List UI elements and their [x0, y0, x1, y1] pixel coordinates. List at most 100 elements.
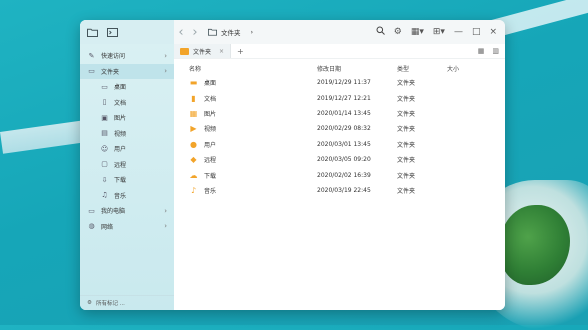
sidebar-item-label: 文件夹 — [101, 68, 120, 76]
chevron-left-icon[interactable]: ‹ — [174, 25, 188, 40]
file-name: 用户 — [204, 141, 217, 149]
sidebar-item-documents[interactable]: ▯ 文档 — [80, 95, 174, 111]
sidebar-item-label: 我的电脑 — [101, 208, 126, 216]
sidebar-item-pictures[interactable]: ▣ 图片 — [80, 110, 174, 126]
column-date[interactable]: 修改日期 — [317, 64, 397, 73]
terminal-icon[interactable] — [106, 26, 118, 38]
file-list: ▬ 桌面 2019/12/29 11:37 文件夹 ▮ 文档 2019/12/27 12:2… — [174, 75, 505, 198]
sidebar-item-users[interactable]: ☺ 用户 — [80, 141, 174, 157]
file-name: 桌面 — [204, 80, 217, 88]
sidebar-item-downloads[interactable]: ⇩ 下载 — [80, 172, 174, 188]
file-row[interactable]: ▶ 视频 2020/02/29 08:32 文件夹 — [174, 121, 505, 136]
sidebar-item-my-computer[interactable]: ▭ 我的电脑 › — [80, 203, 174, 219]
all-tags-label: 所有标记 ... — [95, 301, 125, 307]
gear-icon[interactable]: ⚙ — [394, 27, 402, 37]
sidebar-item-desktop[interactable]: ▭ 桌面 — [80, 79, 174, 95]
desktop-folder-icon: ▬ — [189, 78, 198, 88]
file-name-cell: ◆ 远程 — [189, 155, 317, 164]
chevron-right-icon[interactable]: › — [164, 207, 167, 215]
sidebar-item-remote[interactable]: ▢ 远程 — [80, 157, 174, 173]
titlebar: ‹ › 文件夹 › ⚙ ▦▾ ⊞▾ — □ × — [80, 20, 505, 44]
pin-icon: ✎ — [88, 51, 95, 60]
close-icon[interactable]: × — [219, 48, 224, 55]
folder-icon: ▭ — [88, 67, 95, 76]
file-row[interactable]: ▦ 图片 2020/01/14 13:45 文件夹 — [174, 106, 505, 121]
music-icon: ♫ — [101, 191, 108, 200]
picture-folder-icon: ▦ — [189, 108, 198, 118]
file-row[interactable]: ● 用户 2020/03/01 13:45 文件夹 — [174, 137, 505, 152]
minimize-icon[interactable]: — — [454, 27, 463, 37]
file-type: 文件夹 — [397, 126, 416, 134]
network-icon: ◍ — [88, 222, 95, 231]
tab-bar: 文件夹 × + ▦ ▥ — [174, 44, 505, 59]
tab-label: 文件夹 — [193, 48, 212, 56]
titlebar-left — [80, 20, 174, 44]
list-view-icon[interactable]: ▦ — [478, 47, 485, 55]
file-name: 图片 — [204, 110, 217, 118]
view-mode-icon[interactable]: ▦▾ — [411, 27, 424, 37]
file-name: 音乐 — [204, 187, 217, 195]
file-date: 2020/03/05 09:20 — [317, 156, 371, 164]
detail-view-icon[interactable]: ▥ — [492, 47, 499, 55]
document-icon: ▯ — [102, 98, 107, 107]
chevron-right-icon[interactable]: › — [164, 52, 167, 60]
sidebar-item-folder[interactable]: ▭ 文件夹 › — [80, 63, 174, 79]
video-icon: ▤ — [101, 129, 108, 138]
picture-icon: ▣ — [101, 113, 108, 122]
file-type: 文件夹 — [397, 172, 416, 180]
download-icon: ⇩ — [101, 175, 108, 184]
file-manager-window: ‹ › 文件夹 › ⚙ ▦▾ ⊞▾ — □ × ✎ 快速访问 › ▭ 文件夹 ›… — [80, 20, 505, 310]
file-date: 2020/01/14 13:45 — [317, 109, 371, 117]
file-row[interactable]: ▮ 文档 2019/12/27 12:21 文件夹 — [174, 90, 505, 105]
close-icon[interactable]: × — [489, 27, 497, 37]
chevron-right-icon[interactable]: › — [164, 222, 167, 230]
document-folder-icon: ▮ — [191, 93, 196, 103]
user-folder-icon: ● — [190, 139, 197, 149]
column-headers: 名称 修改日期 类型 大小 — [174, 61, 505, 75]
add-tab-button[interactable]: + — [237, 47, 244, 56]
chevron-right-icon[interactable]: › — [188, 25, 202, 40]
sidebar-item-network[interactable]: ◍ 网络 › — [80, 219, 174, 235]
file-name-cell: ● 用户 — [189, 140, 317, 149]
sidebar: ✎ 快速访问 › ▭ 文件夹 › ▭ 桌面 ▯ 文档 ▣ 图片 ▤ 视频 ☺ 用… — [80, 44, 174, 310]
file-name: 视频 — [204, 126, 217, 134]
sidebar-item-label: 远程 — [114, 161, 127, 169]
sidebar-item-videos[interactable]: ▤ 视频 — [80, 126, 174, 142]
video-folder-icon: ▶ — [190, 124, 197, 134]
file-type: 文件夹 — [397, 141, 416, 149]
sidebar-all-tags[interactable]: ⚙ 所有标记 ... — [80, 295, 174, 310]
user-icon: ☺ — [100, 144, 109, 153]
column-type[interactable]: 类型 — [397, 64, 447, 73]
file-name-cell: ▬ 桌面 — [189, 78, 317, 87]
file-type: 文件夹 — [397, 110, 416, 118]
address-bar[interactable]: 文件夹 › — [208, 23, 368, 41]
chevron-right-icon[interactable]: › — [164, 67, 167, 75]
sidebar-item-quick-access[interactable]: ✎ 快速访问 › — [80, 48, 174, 64]
download-folder-icon: ☁ — [189, 170, 198, 180]
folder-icon — [208, 28, 217, 36]
file-row[interactable]: ♪ 音乐 2020/03/19 22:45 文件夹 — [174, 183, 505, 198]
maximize-icon[interactable]: □ — [472, 27, 481, 37]
grid-icon[interactable]: ⊞▾ — [433, 27, 445, 37]
file-date: 2019/12/27 12:21 — [317, 94, 371, 102]
view-toggles: ▦ ▥ — [478, 47, 505, 55]
column-name[interactable]: 名称 — [189, 64, 317, 73]
file-name-cell: ▮ 文档 — [189, 94, 317, 103]
remote-folder-icon: ◆ — [190, 155, 197, 165]
file-row[interactable]: ◆ 远程 2020/03/05 09:20 文件夹 — [174, 152, 505, 167]
sidebar-item-music[interactable]: ♫ 音乐 — [80, 188, 174, 204]
file-name: 远程 — [204, 157, 217, 165]
sidebar-item-label: 下载 — [114, 177, 127, 185]
tab-folder[interactable]: 文件夹 × — [174, 44, 232, 58]
titlebar-actions: ⚙ ▦▾ ⊞▾ — □ × — [376, 26, 505, 38]
column-size[interactable]: 大小 — [447, 64, 487, 73]
music-folder-icon: ♪ — [190, 185, 197, 195]
file-name: 下载 — [204, 172, 217, 180]
file-row[interactable]: ☁ 下载 2020/02/02 16:39 文件夹 — [174, 167, 505, 182]
folder-icon[interactable] — [86, 26, 98, 38]
search-icon[interactable] — [376, 26, 385, 38]
address-label: 文件夹 — [221, 29, 241, 37]
file-date: 2020/02/29 08:32 — [317, 125, 371, 133]
file-row[interactable]: ▬ 桌面 2019/12/29 11:37 文件夹 — [174, 75, 505, 90]
file-type: 文件夹 — [397, 80, 416, 88]
